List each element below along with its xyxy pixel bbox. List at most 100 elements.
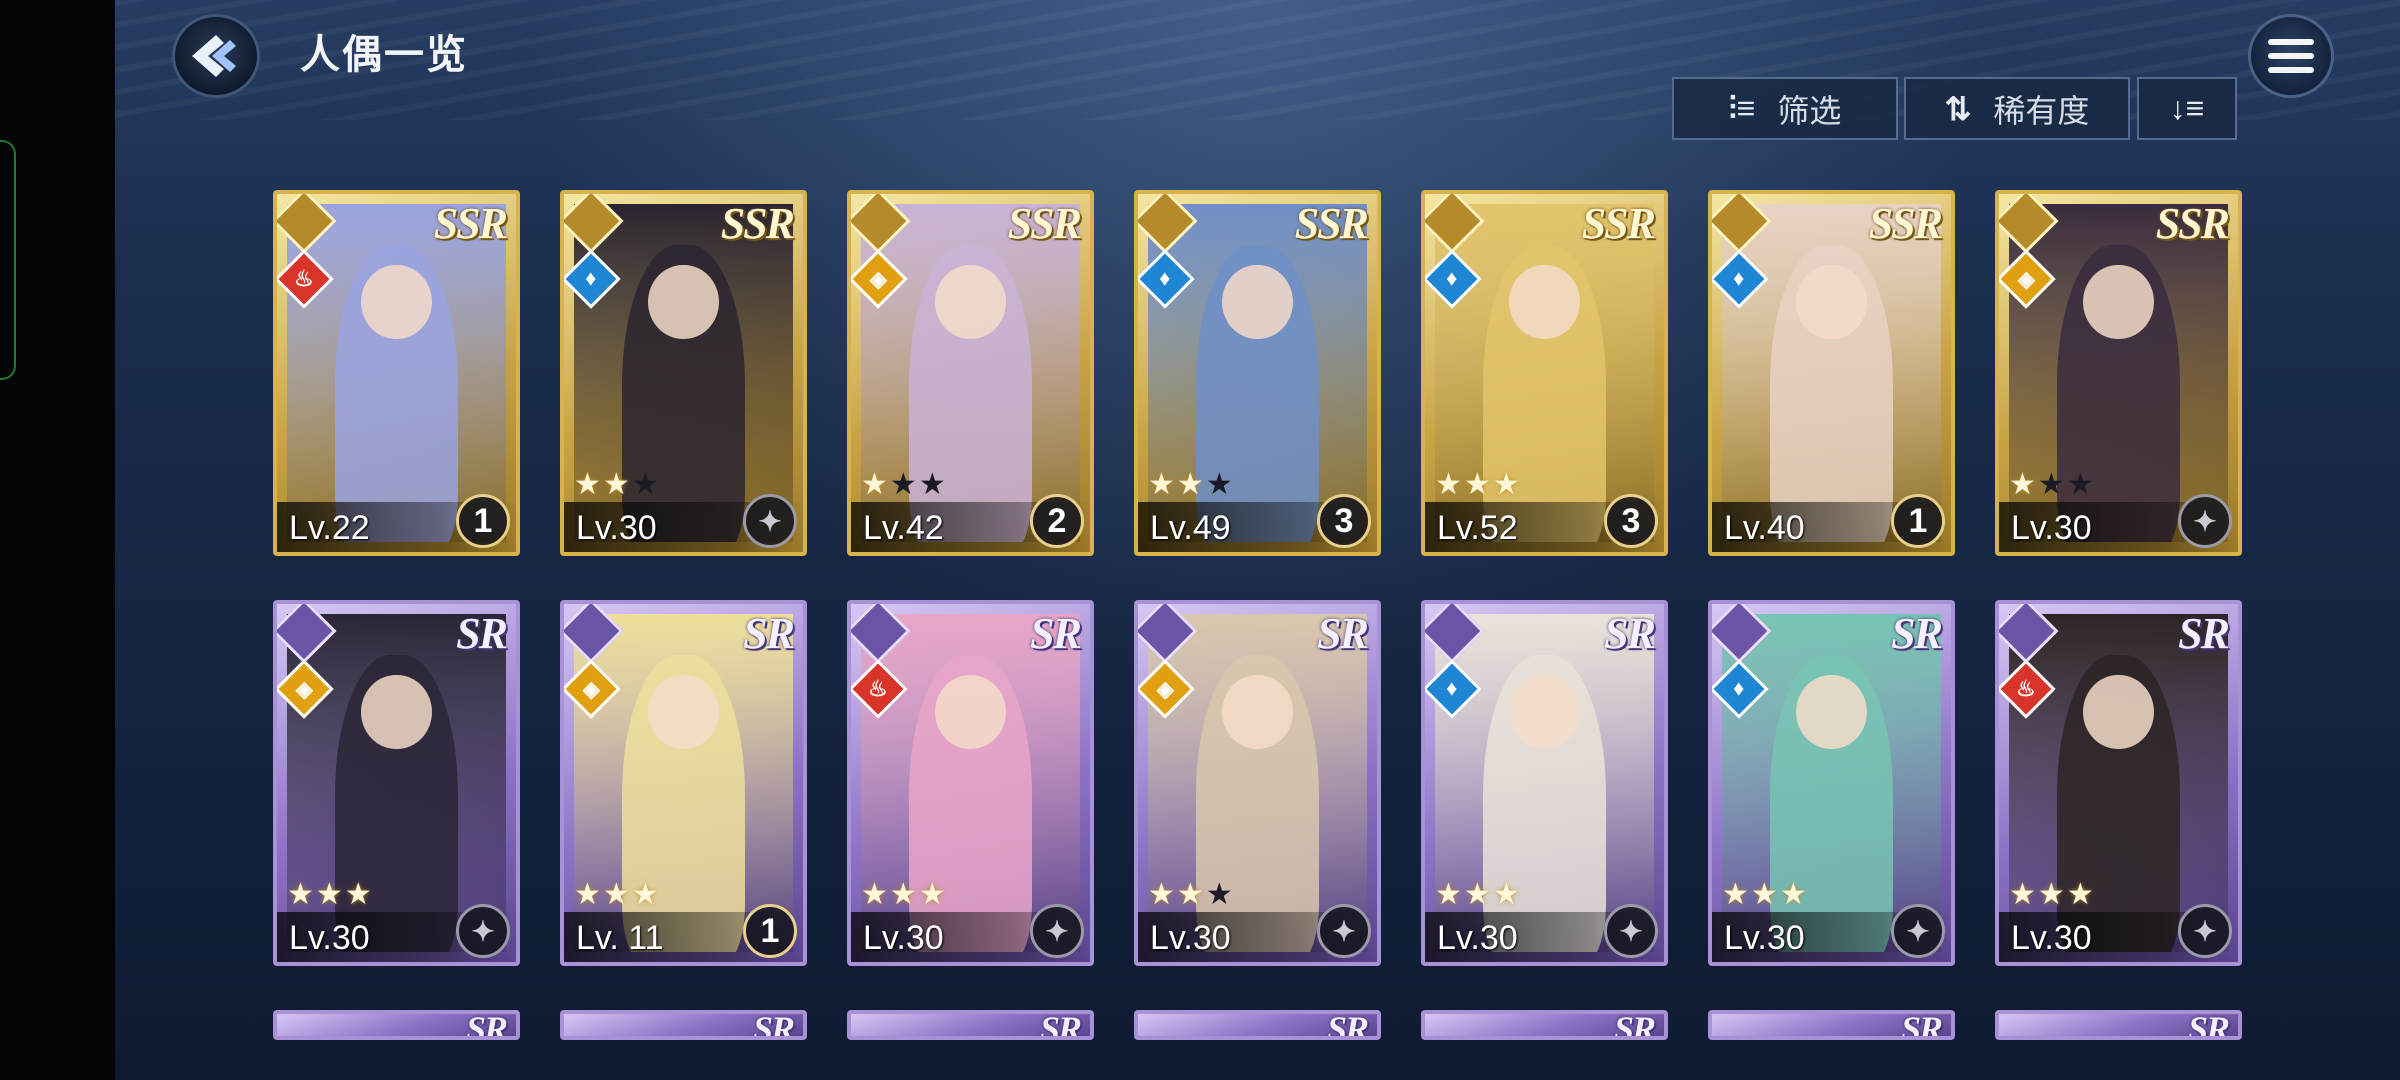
wing-emblem-icon: ✦	[1317, 904, 1371, 958]
doll-card-partial[interactable]: SR	[273, 1010, 520, 1040]
star-rating: ★★★	[2009, 877, 2096, 912]
doll-face	[1222, 674, 1293, 750]
rarity-label: SSR	[2155, 199, 2230, 248]
rarity-label: SR	[1039, 1010, 1082, 1040]
star-icon: ★	[344, 878, 374, 911]
star-icon: ★	[1205, 878, 1235, 911]
doll-card[interactable]: ◈ SSR ★★★ Lv.42 2	[847, 190, 1094, 556]
filter-button[interactable]: ⫶≡ 筛选	[1672, 77, 1898, 140]
rarity-label: SSR	[1294, 199, 1369, 248]
star-icon: ★	[1463, 468, 1493, 501]
doll-card-partial[interactable]: SR	[1134, 1010, 1381, 1040]
star-icon: ★	[1148, 878, 1177, 911]
doll-card-partial[interactable]: SR	[560, 1010, 807, 1040]
sort-order-button[interactable]: ↓≡	[2137, 77, 2237, 140]
doll-card[interactable]: ♦ SSR ★★★ Lv.52 3	[1421, 190, 1668, 556]
sort-rarity-label: 稀有度	[1993, 92, 2090, 129]
awaken-badge: 1	[456, 494, 510, 548]
back-arrow-icon	[192, 35, 236, 77]
star-icon: ★	[1779, 878, 1809, 911]
star-icon: ★	[631, 468, 661, 501]
doll-card[interactable]: ♦ SSR ★★★ Lv.30 ✦	[560, 190, 807, 556]
doll-card[interactable]: ♦ SR ★★★ Lv.30 ✦	[1708, 600, 1955, 966]
doll-card-partial[interactable]: SR	[1708, 1010, 1955, 1040]
wing-emblem-icon: ✦	[1891, 904, 1945, 958]
doll-card[interactable]: ◈ SR ★★★ Lv.30 ✦	[273, 600, 520, 966]
doll-card[interactable]: ◈ SR ★★★ Lv.30 ✦	[1134, 600, 1381, 966]
level-label: Lv.30	[1150, 919, 1231, 957]
doll-face	[648, 264, 719, 340]
star-icon: ★	[574, 468, 603, 501]
rarity-label: SR	[1326, 1010, 1369, 1040]
rarity-label: SSR	[433, 199, 508, 248]
doll-face	[361, 264, 432, 340]
rarity-label: SSR	[1007, 199, 1082, 248]
awaken-badge: 1	[743, 904, 797, 958]
wing-emblem-icon: ✦	[1030, 904, 1084, 958]
doll-card[interactable]: ♦ SR ★★★ Lv.30 ✦	[1421, 600, 1668, 966]
star-icon: ★	[1176, 878, 1206, 911]
doll-card-partial[interactable]: SR	[1421, 1010, 1668, 1040]
star-icon: ★	[1435, 878, 1464, 911]
sort-order-icon: ↓≡	[2169, 90, 2205, 126]
star-rating: ★★★	[1435, 877, 1522, 912]
awaken-badge: 3	[1317, 494, 1371, 548]
page-title: 人偶一览	[300, 33, 468, 77]
star-icon: ★	[918, 468, 948, 501]
doll-face	[1796, 264, 1867, 340]
star-icon: ★	[1148, 468, 1177, 501]
star-rating: ★★★	[1722, 877, 1809, 912]
doll-card-partial[interactable]: SR	[1995, 1010, 2242, 1040]
menu-line	[2268, 53, 2314, 59]
star-icon: ★	[1435, 468, 1464, 501]
rarity-label: SR	[1317, 609, 1369, 658]
doll-card[interactable]: ◈ SR ★★★ Lv. 11 1	[560, 600, 807, 966]
doll-face	[1509, 674, 1580, 750]
rarity-label: SR	[456, 609, 508, 658]
star-rating: ★★★	[861, 467, 948, 502]
awaken-badge: 1	[1891, 494, 1945, 548]
star-rating: ★★★	[574, 467, 661, 502]
device-side-bar	[0, 0, 115, 1080]
filter-label: 筛选	[1777, 92, 1842, 129]
menu-button[interactable]	[2248, 14, 2334, 98]
star-icon: ★	[2066, 878, 2096, 911]
star-rating: ★★★	[1148, 877, 1235, 912]
star-rating: ★★★	[1435, 467, 1522, 502]
star-icon: ★	[315, 878, 345, 911]
rarity-label: SR	[1891, 609, 1943, 658]
doll-card-partial[interactable]: SR	[847, 1010, 1094, 1040]
star-icon: ★	[861, 878, 890, 911]
level-label: Lv.30	[2011, 509, 2092, 547]
menu-line	[2268, 39, 2314, 45]
level-label: Lv.40	[1724, 509, 1805, 547]
star-rating: ★★★	[2009, 467, 2096, 502]
doll-card[interactable]: ♦ SSR Lv.40 1	[1708, 190, 1955, 556]
sort-rarity-button[interactable]: ⇅ 稀有度	[1904, 77, 2130, 140]
wing-emblem-icon: ✦	[456, 904, 510, 958]
doll-portrait	[1722, 204, 1941, 542]
doll-face	[935, 264, 1006, 340]
doll-list-screen: 人偶一览 ⫶≡ 筛选 ⇅ 稀有度 ↓≡ ♨ SSR Lv.22 1 ♦ SSR ★★★ Lv.…	[115, 0, 2400, 1080]
star-icon: ★	[2066, 468, 2096, 501]
level-label: Lv.30	[863, 919, 944, 957]
doll-face	[935, 674, 1006, 750]
doll-portrait	[287, 204, 506, 542]
doll-card[interactable]: ◈ SSR ★★★ Lv.30 ✦	[1995, 190, 2242, 556]
doll-card[interactable]: ♦ SSR ★★★ Lv.49 3	[1134, 190, 1381, 556]
doll-card[interactable]: ♨ SSR Lv.22 1	[273, 190, 520, 556]
doll-card[interactable]: ♨ SR ★★★ Lv.30 ✦	[1995, 600, 2242, 966]
star-icon: ★	[1176, 468, 1206, 501]
star-rating: ★★★	[574, 877, 661, 912]
doll-card[interactable]: ♨ SR ★★★ Lv.30 ✦	[847, 600, 1094, 966]
rarity-label: SR	[752, 1010, 795, 1040]
level-label: Lv.30	[1437, 919, 1518, 957]
wing-emblem-icon: ✦	[2178, 904, 2232, 958]
star-icon: ★	[1492, 878, 1522, 911]
level-label: Lv. 11	[576, 919, 664, 957]
star-icon: ★	[1463, 878, 1493, 911]
side-handle	[0, 140, 16, 380]
wing-emblem-icon: ✦	[743, 494, 797, 548]
back-button[interactable]	[172, 14, 260, 98]
star-icon: ★	[889, 878, 919, 911]
